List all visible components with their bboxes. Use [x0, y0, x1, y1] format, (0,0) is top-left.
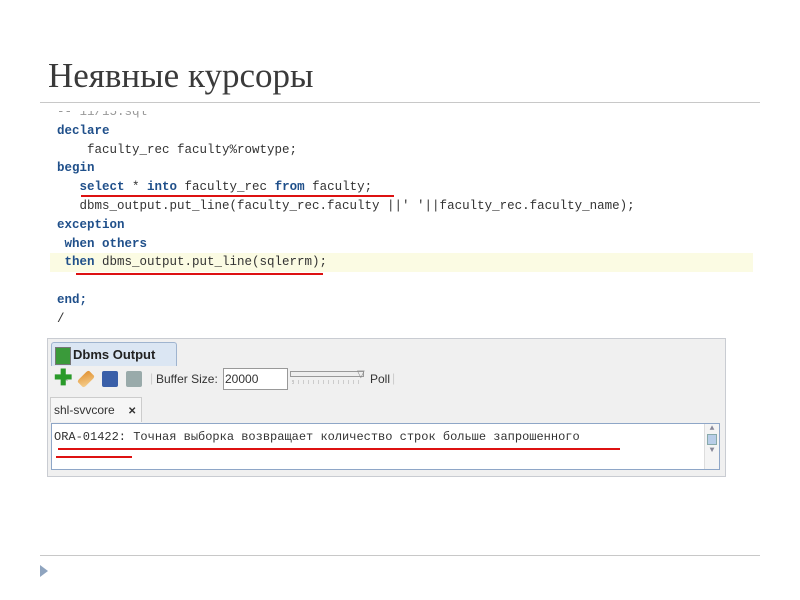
tab-dbms-output[interactable]: Dbms Output ✕ — [51, 342, 177, 385]
slider-thumb[interactable]: ▽ — [357, 369, 365, 380]
buffer-size-input[interactable]: 20000 — [223, 368, 288, 390]
eraser-icon[interactable] — [76, 369, 96, 389]
kw: select — [57, 180, 125, 195]
code-line: dbms_output.put_line(faculty_rec.faculty… — [57, 198, 635, 213]
slide-title: Неявные курсоры — [48, 56, 314, 95]
underline-select — [81, 195, 394, 197]
t: faculty_rec — [177, 180, 275, 195]
underline-then — [76, 273, 323, 275]
slider-ticks — [292, 380, 363, 384]
poll-slider[interactable] — [290, 371, 364, 377]
kw: then — [57, 255, 95, 270]
t: * — [124, 180, 148, 195]
code-line: end; — [57, 292, 88, 307]
tab-connection[interactable]: shl-svvcore ✕ — [50, 397, 142, 422]
toolbar: ✚ | Buffer Size: 20000 ▽ Poll | — [54, 365, 396, 390]
connection-tab-label: shl-svvcore — [54, 403, 115, 417]
bullet-arrow-icon — [40, 565, 48, 577]
underline-output-2 — [56, 456, 132, 458]
poll-label: Poll — [370, 372, 391, 386]
code-line: faculty_rec faculty%rowtype; — [57, 142, 298, 157]
output-area[interactable]: ORA-01422: Точная выборка возвращает кол… — [51, 423, 720, 470]
scrollbar[interactable]: ▲ ▼ — [704, 424, 719, 469]
kw: into — [147, 180, 178, 195]
scroll-down-icon[interactable]: ▼ — [705, 446, 719, 455]
code-line: declare — [57, 123, 110, 138]
code-comment: -- 11/15.sql — [57, 105, 148, 119]
code-line: exception — [57, 217, 125, 232]
underline-output — [58, 448, 620, 450]
dbms-output-panel: Dbms Output ✕ ✚ | Buffer Size: 20000 ▽ P… — [47, 338, 726, 477]
scroll-thumb[interactable] — [707, 434, 717, 445]
tab-label: Dbms Output — [73, 347, 156, 362]
output-text: ORA-01422: Точная выборка возвращает кол… — [54, 430, 580, 444]
scroll-up-icon[interactable]: ▲ — [705, 424, 719, 433]
kw: from — [274, 180, 305, 195]
code-line: / — [57, 311, 65, 326]
code-editor[interactable]: -- 11/15.sql declare faculty_rec faculty… — [57, 103, 635, 329]
add-icon[interactable]: ✚ — [54, 367, 72, 389]
code-line: when others — [57, 236, 148, 251]
code-line: begin — [57, 161, 95, 176]
close-icon[interactable]: ✕ — [128, 406, 136, 417]
buffer-size-label: Buffer Size: — [156, 372, 218, 386]
save-icon[interactable] — [102, 371, 118, 387]
t: dbms_output.put_line(sqlerrm); — [94, 255, 328, 270]
code-line: then dbms_output.put_line(sqlerrm); — [57, 253, 635, 272]
footer-divider — [40, 555, 760, 556]
print-icon[interactable] — [126, 371, 142, 387]
document-icon — [55, 346, 71, 365]
t: faculty; — [304, 180, 373, 195]
